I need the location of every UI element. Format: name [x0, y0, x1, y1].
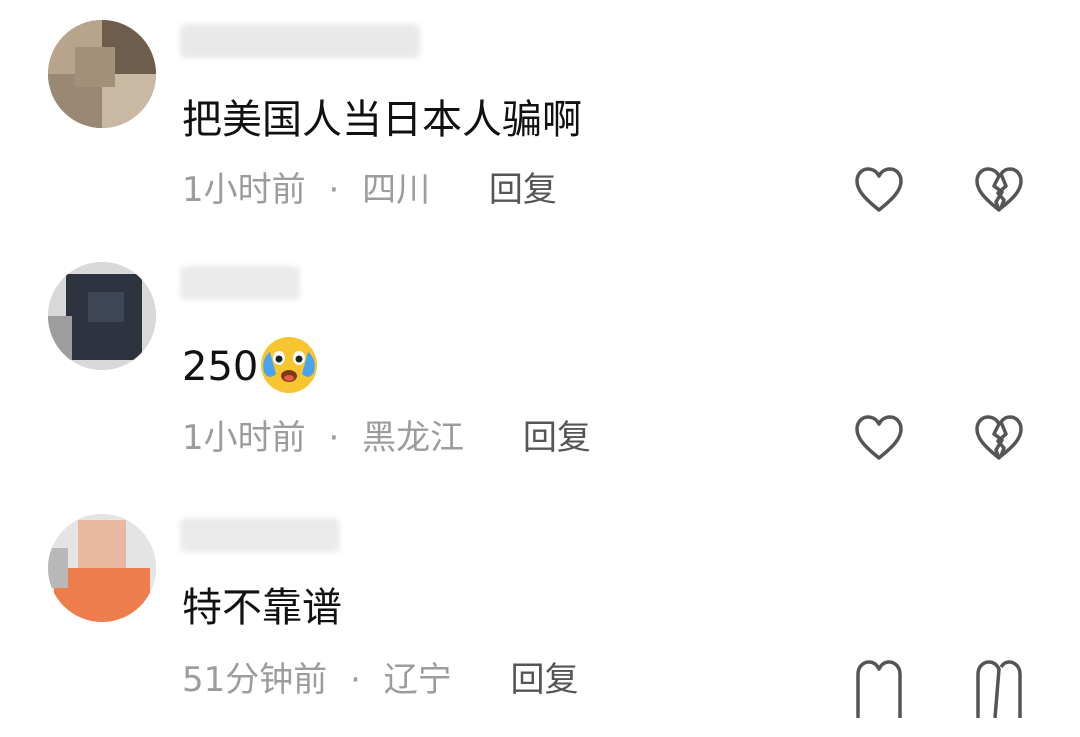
avatar[interactable]: [48, 262, 156, 370]
comment-text-value: 250: [182, 344, 259, 390]
comment-item: 特不靠谱 51分钟前 · 辽宁 回复: [0, 490, 1080, 737]
heart-icon[interactable]: [854, 658, 904, 718]
avatar[interactable]: [48, 20, 156, 128]
comment-location: 黑龙江: [362, 418, 465, 458]
meta-separator: ·: [328, 418, 340, 458]
heart-icon[interactable]: [854, 414, 904, 462]
comment-location: 四川: [362, 170, 431, 210]
heart-icon[interactable]: [854, 166, 904, 214]
comment-item: 把美国人当日本人骗啊 1小时前 · 四川 回复: [0, 0, 1080, 240]
avatar[interactable]: [48, 514, 156, 622]
comment-time: 51分钟前: [182, 660, 328, 700]
comment-text: 250: [182, 337, 320, 400]
meta-separator: ·: [328, 170, 340, 210]
username-blurred[interactable]: [180, 24, 420, 58]
comment-meta: 1小时前 · 黑龙江 回复: [182, 418, 591, 458]
reply-button[interactable]: 回复: [511, 660, 579, 700]
username-blurred[interactable]: [180, 518, 340, 552]
comment-time: 1小时前: [182, 170, 306, 210]
reply-button[interactable]: 回复: [523, 418, 591, 458]
broken-heart-icon[interactable]: [974, 414, 1024, 462]
crying-face-emoji: [261, 337, 318, 393]
comment-meta: 1小时前 · 四川 回复: [182, 170, 557, 210]
comment-text: 特不靠谱: [182, 585, 342, 631]
comment-item: 250 1小时前 · 黑龙江 回复: [0, 240, 1080, 490]
username-blurred[interactable]: [180, 266, 300, 300]
comment-location: 辽宁: [383, 660, 452, 700]
reply-button[interactable]: 回复: [489, 170, 557, 210]
broken-heart-icon[interactable]: [974, 166, 1024, 214]
comment-text: 把美国人当日本人骗啊: [182, 97, 582, 143]
comment-list: 把美国人当日本人骗啊 1小时前 · 四川 回复 250 1小时前 · 黑龙江 回…: [0, 0, 1080, 737]
comment-meta: 51分钟前 · 辽宁 回复: [182, 660, 579, 700]
comment-time: 1小时前: [182, 418, 306, 458]
broken-heart-icon[interactable]: [974, 658, 1024, 718]
meta-separator: ·: [350, 660, 361, 700]
